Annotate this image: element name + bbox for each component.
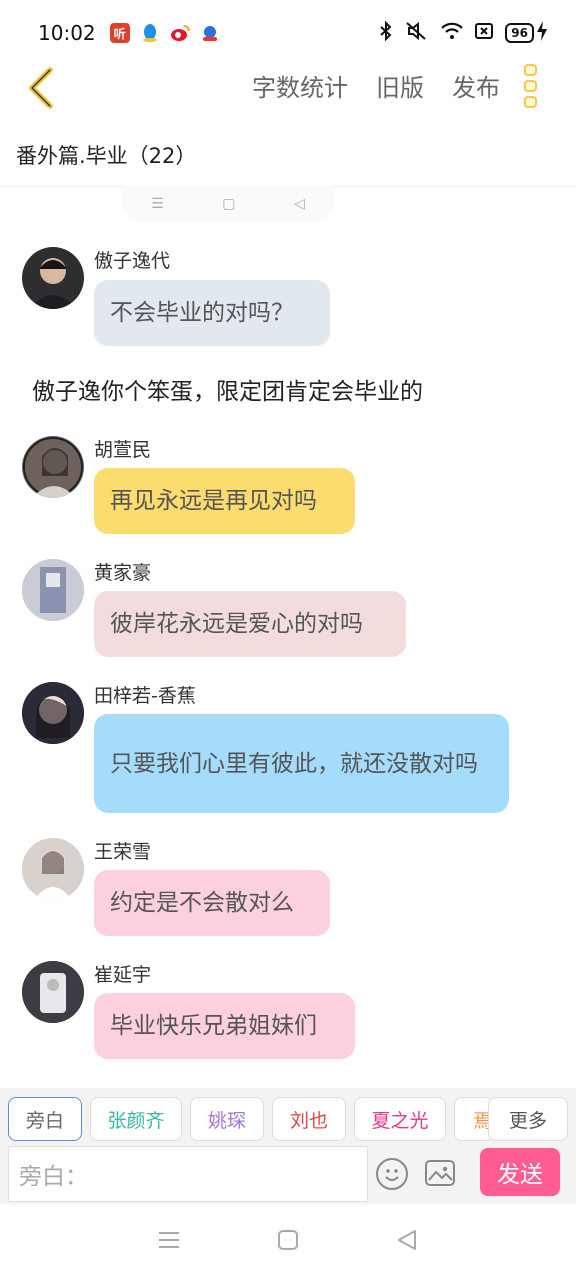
status-right-icons: 96 <box>379 20 548 45</box>
back-icon: ◁ <box>293 196 305 212</box>
avatar[interactable] <box>22 838 84 900</box>
character-chip-narrator[interactable]: 旁白 <box>8 1097 82 1141</box>
message-bubble[interactable]: 毕业快乐兄弟姐妹们 <box>94 993 355 1059</box>
back-button[interactable] <box>18 62 62 114</box>
sender-name: 王荣雪 <box>94 841 152 863</box>
battery-indicator: 96 <box>505 23 534 43</box>
avatar[interactable] <box>22 682 84 744</box>
sender-name: 胡萱民 <box>94 439 152 461</box>
word-count-button[interactable]: 字数统计 <box>252 68 348 103</box>
avatar[interactable] <box>22 247 84 309</box>
sim-icon <box>475 23 494 43</box>
home-icon[interactable] <box>277 1229 299 1255</box>
message-bubble[interactable]: 约定是不会散对么 <box>94 870 330 936</box>
send-button[interactable]: 发送 <box>480 1148 560 1196</box>
emoji-icon[interactable] <box>376 1158 408 1190</box>
avatar[interactable] <box>22 436 84 498</box>
sender-name: 傲子逸代 <box>94 250 171 272</box>
character-chip[interactable]: 夏之光 <box>354 1097 446 1141</box>
back-icon[interactable] <box>396 1229 418 1255</box>
back-chevron-icon <box>29 67 53 109</box>
input-row: 旁白： 发送 <box>0 1146 576 1204</box>
publish-button[interactable]: 发布 <box>452 68 500 103</box>
old-version-button[interactable]: 旧版 <box>376 68 424 103</box>
chapter-title: 番外篇.毕业（22） <box>16 144 197 168</box>
menu-icon: ☰ <box>151 196 164 212</box>
avatar[interactable] <box>22 559 84 621</box>
image-icon[interactable] <box>425 1160 455 1186</box>
character-selector-bar: 旁白 张颜齐 姚琛 刘也 夏之光 焉 更多 <box>0 1088 576 1150</box>
bluetooth-icon <box>379 20 393 45</box>
weibo-icon <box>169 23 190 43</box>
home-icon: ▢ <box>222 196 236 212</box>
system-nav-bar <box>0 1204 576 1280</box>
character-chip[interactable]: 张颜齐 <box>90 1097 182 1141</box>
mute-icon <box>405 21 429 45</box>
wifi-icon <box>441 22 464 44</box>
menu-icon[interactable] <box>158 1231 180 1253</box>
avatar[interactable] <box>22 961 84 1023</box>
sender-name: 崔延宇 <box>94 964 152 986</box>
status-app-icons: 听 <box>109 23 220 43</box>
more-characters-button[interactable]: 更多 <box>488 1097 568 1141</box>
narration-text[interactable]: 傲子逸你个笨蛋，限定团肯定会毕业的 <box>32 372 423 406</box>
floating-nav-overlay: ☰ ▢ ◁ <box>122 186 334 222</box>
message-bubble[interactable]: 再见永远是再见对吗 <box>94 468 355 534</box>
qq-icon <box>139 23 160 43</box>
status-bar: 10:02 听 96 <box>0 0 576 66</box>
sender-name: 黄家豪 <box>94 562 152 584</box>
baidu-icon <box>199 23 220 43</box>
nav-actions: 字数统计 旧版 发布 <box>252 68 500 103</box>
message-input[interactable]: 旁白： <box>8 1146 368 1202</box>
more-menu-icon[interactable] <box>524 64 538 108</box>
charging-icon <box>536 21 548 45</box>
message-bubble[interactable]: 彼岸花永远是爱心的对吗 <box>94 591 406 657</box>
top-nav: 字数统计 旧版 发布 <box>0 58 576 118</box>
character-chip[interactable]: 姚琛 <box>190 1097 264 1141</box>
message-bubble[interactable]: 只要我们心里有彼此，就还没散对吗 <box>94 714 509 813</box>
message-bubble[interactable]: 不会毕业的对吗？ <box>94 280 330 346</box>
character-chip[interactable]: 刘也 <box>272 1097 346 1141</box>
ting-app-icon: 听 <box>109 23 130 43</box>
sender-name: 田梓若-香蕉 <box>94 685 196 707</box>
status-time: 10:02 <box>38 21 96 45</box>
